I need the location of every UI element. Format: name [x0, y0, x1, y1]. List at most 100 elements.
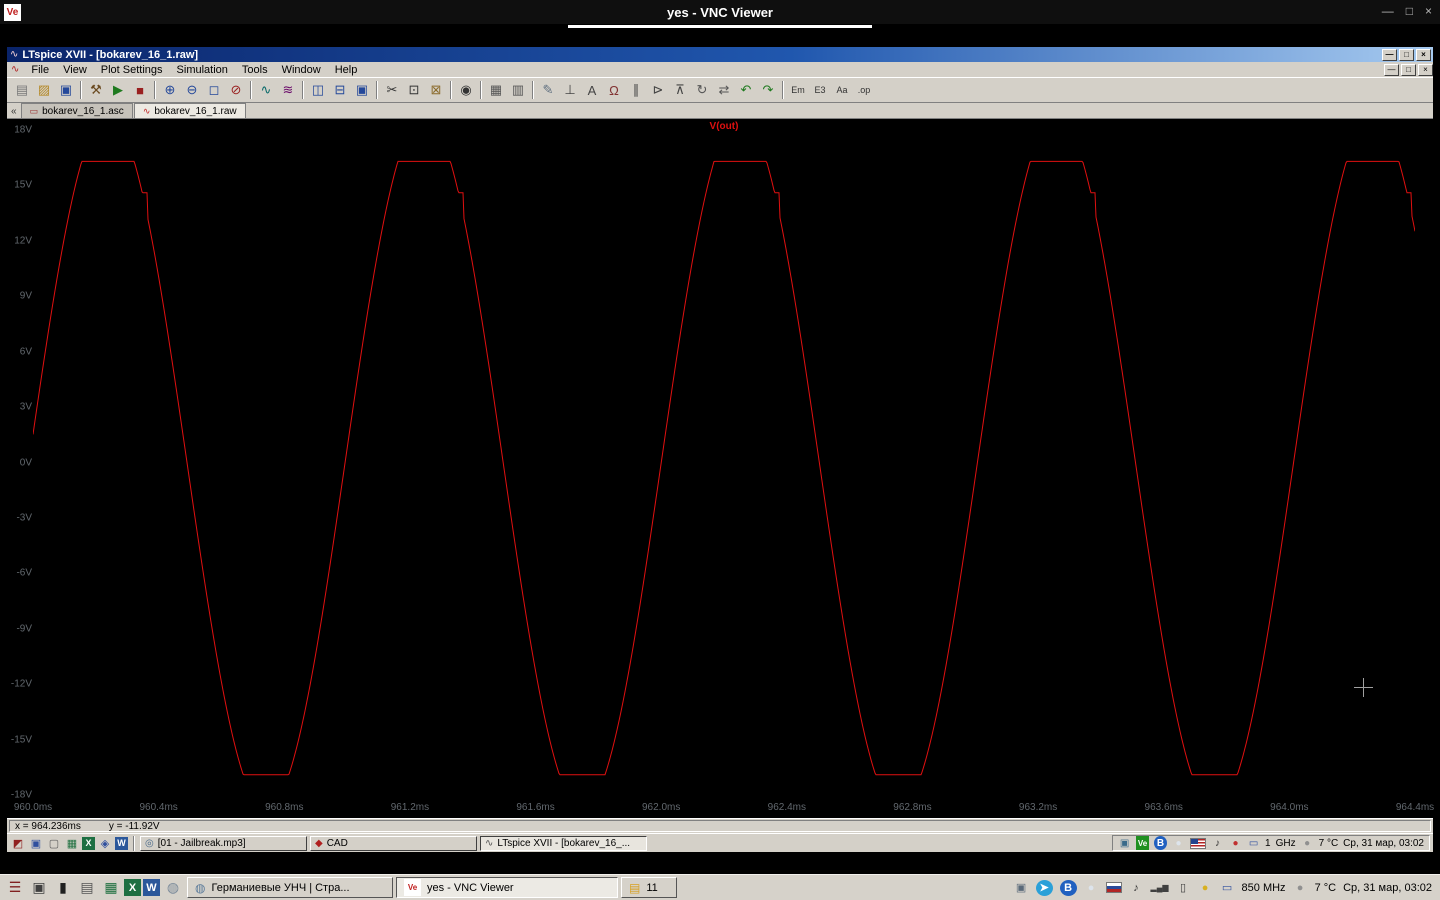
vnc-minimize-button[interactable]: —: [1382, 3, 1394, 20]
save-icon[interactable]: ▣: [55, 80, 77, 100]
print-icon[interactable]: ▦: [485, 80, 507, 100]
zoom-full-icon[interactable]: ◻: [203, 80, 225, 100]
menu-simulation[interactable]: Simulation: [170, 64, 235, 76]
find-icon[interactable]: ◉: [455, 80, 477, 100]
mdi-restore-button[interactable]: □: [1401, 63, 1416, 76]
vnc-close-button[interactable]: ×: [1425, 3, 1432, 20]
host-browser-icon[interactable]: ◍: [162, 877, 184, 898]
mirror-icon[interactable]: ⇄: [713, 80, 735, 100]
remote-display-icon[interactable]: ▣: [28, 836, 44, 851]
vnc-titlebar[interactable]: Ve yes - VNC Viewer — □ ×: [0, 0, 1440, 24]
volume-icon[interactable]: ♪: [1211, 836, 1224, 850]
edit-e3-icon[interactable]: E3: [809, 80, 831, 100]
cascade-icon[interactable]: ▣: [351, 80, 373, 100]
tab-waveform[interactable]: ∿ bokarev_16_1.raw: [133, 103, 246, 118]
host-display-icon[interactable]: ▣: [28, 877, 50, 898]
undo-icon[interactable]: ↶: [735, 80, 757, 100]
remote-desktop-icon[interactable]: ▢: [46, 836, 62, 851]
host-task-vnc[interactable]: Ve yes - VNC Viewer: [396, 877, 618, 898]
new-schematic-icon[interactable]: ▤: [11, 80, 33, 100]
temperature-icon[interactable]: ●: [1293, 880, 1308, 896]
draft-icon[interactable]: ✎: [537, 80, 559, 100]
waveform-pane-icon[interactable]: ∿: [255, 80, 277, 100]
host-files-icon[interactable]: ▤: [76, 877, 98, 898]
host-excel-icon[interactable]: X: [124, 879, 141, 896]
halt-icon[interactable]: ■: [129, 80, 151, 100]
zoom-out-icon[interactable]: ⊖: [181, 80, 203, 100]
tile-horizontal-icon[interactable]: ⊟: [329, 80, 351, 100]
menu-view[interactable]: View: [56, 64, 94, 76]
display-icon[interactable]: ▭: [1220, 880, 1235, 896]
spice-directive-icon[interactable]: .op: [853, 80, 875, 100]
waveform-svg[interactable]: [33, 130, 1415, 795]
remote-word-icon[interactable]: W: [115, 836, 128, 850]
host-task-folder[interactable]: ▤ 11: [621, 877, 677, 898]
temperature-icon[interactable]: ●: [1301, 836, 1314, 850]
label-icon[interactable]: A: [581, 80, 603, 100]
remote-task-cad[interactable]: ◆ CAD: [310, 835, 477, 851]
host-terminal-icon[interactable]: ▮: [52, 877, 74, 898]
bluetooth-icon[interactable]: B: [1154, 836, 1168, 850]
host-word-icon[interactable]: W: [143, 879, 160, 896]
volume-icon[interactable]: ♪: [1129, 880, 1144, 896]
alert-icon[interactable]: ●: [1229, 836, 1242, 850]
tab-schematic[interactable]: ▭ bokarev_16_1.asc: [20, 103, 133, 118]
menu-window[interactable]: Window: [275, 64, 328, 76]
signal-icon[interactable]: ▂▄▆: [1151, 880, 1169, 896]
host-task-browser[interactable]: ◍ Германиевые УНЧ | Стра...: [187, 877, 393, 898]
remote-media-icon[interactable]: ◈: [97, 836, 113, 851]
battery-icon[interactable]: ▯: [1176, 880, 1191, 896]
run-icon[interactable]: ▶: [107, 80, 129, 100]
window-close-button[interactable]: ×: [1416, 48, 1431, 61]
vnc-maximize-button[interactable]: □: [1406, 3, 1413, 20]
tab-scroll-left-icon[interactable]: «: [9, 106, 21, 118]
mdi-minimize-button[interactable]: —: [1384, 63, 1399, 76]
resistor-icon[interactable]: Ω: [603, 80, 625, 100]
remote-grid-icon[interactable]: ▦: [64, 836, 80, 851]
flag-us-icon[interactable]: [1190, 837, 1207, 849]
window-minimize-button[interactable]: —: [1382, 48, 1397, 61]
drop-icon[interactable]: ●: [1172, 836, 1185, 850]
tile-vertical-icon[interactable]: ◫: [307, 80, 329, 100]
mdi-close-button[interactable]: ×: [1418, 63, 1433, 76]
screenshot-icon[interactable]: ▣: [1014, 880, 1029, 896]
control-panel-icon[interactable]: ⚒: [85, 80, 107, 100]
brightness-icon[interactable]: ●: [1198, 880, 1213, 896]
flag-ru-icon[interactable]: [1105, 882, 1122, 893]
menu-help[interactable]: Help: [328, 64, 365, 76]
redo-icon[interactable]: ↷: [757, 80, 779, 100]
component-icon[interactable]: ⊼: [669, 80, 691, 100]
meas-icon[interactable]: Em: [787, 80, 809, 100]
remote-excel-icon[interactable]: X: [82, 836, 95, 850]
remote-task-ltspice[interactable]: ∿ LTspice XVII - [bokarev_16_...: [480, 835, 647, 851]
menu-file[interactable]: File: [24, 64, 56, 76]
zoom-back-icon[interactable]: ⊘: [225, 80, 247, 100]
fft-icon[interactable]: ≋: [277, 80, 299, 100]
menu-tools[interactable]: Tools: [235, 64, 275, 76]
bluetooth-icon[interactable]: B: [1059, 879, 1077, 896]
rotate-icon[interactable]: ↻: [691, 80, 713, 100]
open-icon[interactable]: ▨: [33, 80, 55, 100]
drop-icon[interactable]: ●: [1084, 880, 1099, 896]
zoom-in-icon[interactable]: ⊕: [159, 80, 181, 100]
remote-task-mp3[interactable]: ◎ [01 - Jailbreak.mp3]: [140, 835, 307, 851]
plot-region[interactable]: V(out) 18V 15V 12V 9V 6V 3V 0V -3V -6V -9V -12V -15…: [7, 119, 1434, 818]
vnc-server-icon[interactable]: Ve: [1136, 836, 1150, 850]
host-menu-icon[interactable]: ☰: [4, 877, 26, 898]
ground-icon[interactable]: ⊥: [559, 80, 581, 100]
diode-icon[interactable]: ⊳: [647, 80, 669, 100]
menu-plot-settings[interactable]: Plot Settings: [94, 64, 170, 76]
network-icon[interactable]: ▣: [1118, 836, 1131, 850]
print-preview-icon[interactable]: ▥: [507, 80, 529, 100]
cut-icon[interactable]: ✂: [381, 80, 403, 100]
telegram-icon[interactable]: ➤: [1035, 879, 1053, 896]
remote-player-icon[interactable]: ◩: [10, 836, 26, 851]
host-grid-icon[interactable]: ▦: [100, 877, 122, 898]
ltspice-titlebar[interactable]: ∿ LTspice XVII - [bokarev_16_1.raw] — □ ×: [7, 47, 1433, 62]
copy-icon[interactable]: ⊡: [403, 80, 425, 100]
font-icon[interactable]: Aa: [831, 80, 853, 100]
capacitor-icon[interactable]: ∥: [625, 80, 647, 100]
display-icon[interactable]: ▭: [1247, 836, 1260, 850]
paste-icon[interactable]: ⊠: [425, 80, 447, 100]
window-restore-button[interactable]: □: [1399, 48, 1414, 61]
